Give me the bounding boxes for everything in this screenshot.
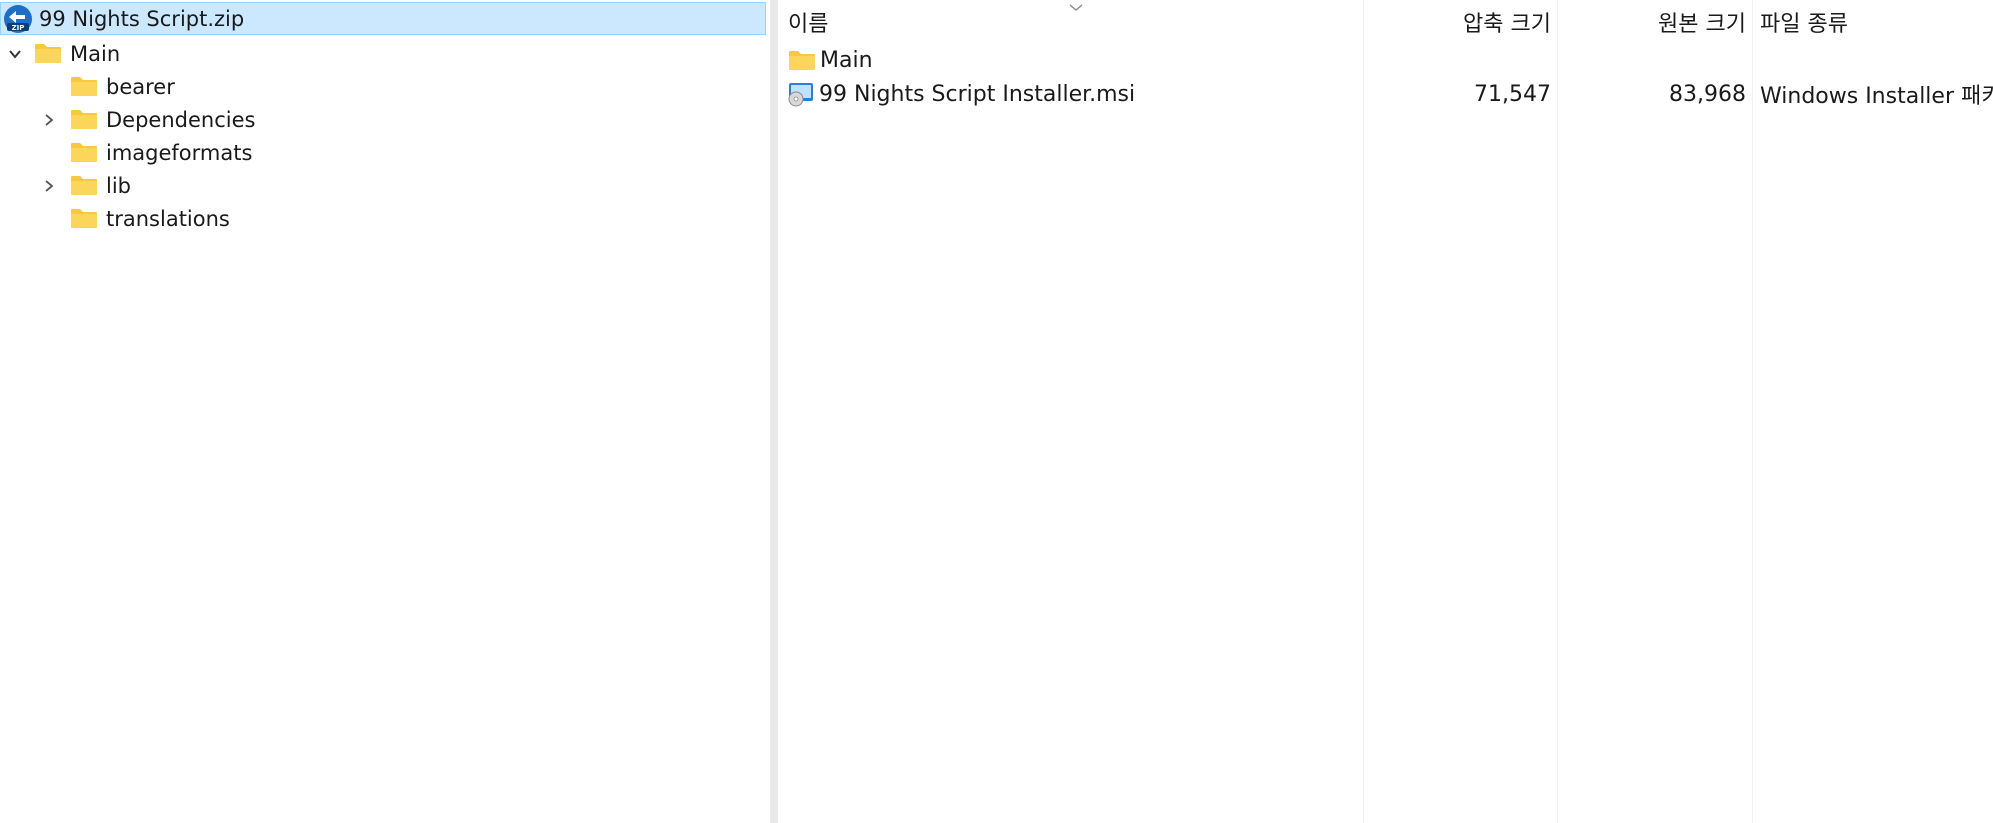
column-divider[interactable] — [1363, 0, 1364, 823]
list-item-main[interactable]: Main — [778, 43, 1993, 77]
zip-archive-icon: ZIP — [3, 4, 33, 34]
chevron-right-icon[interactable] — [40, 177, 58, 195]
tree-item-dependencies[interactable]: Dependencies — [40, 103, 255, 136]
file-type: Windows Installer 패키지 — [1760, 84, 1993, 109]
tree-item-label: Dependencies — [106, 107, 256, 132]
column-header-name[interactable]: 이름 — [788, 4, 1348, 40]
svg-text:ZIP: ZIP — [12, 24, 25, 32]
column-header-compressed-size[interactable]: 압축 크기 — [1363, 4, 1551, 40]
folder-icon — [70, 76, 98, 97]
compressed-size — [1363, 43, 1551, 77]
tree-item-label: lib — [106, 173, 131, 198]
column-header-original-size[interactable]: 원본 크기 — [1557, 4, 1746, 40]
tree-item-root-archive[interactable]: ZIP 99 Nights Script.zip — [0, 2, 766, 35]
folder-icon — [70, 175, 98, 196]
tree-item-label: Main — [70, 41, 121, 66]
file-name: 99 Nights Script Installer.msi — [819, 81, 1136, 107]
tree-item-bearer[interactable]: bearer — [40, 70, 175, 103]
file-list: 이름 압축 크기 원본 크기 파일 종류 Main 99 Nights Scri… — [778, 0, 1993, 823]
folder-icon — [70, 109, 98, 130]
file-name: Main — [820, 47, 873, 73]
column-divider[interactable] — [1557, 0, 1558, 823]
column-header-label: 압축 크기 — [1463, 12, 1551, 37]
file-type — [1760, 43, 1993, 77]
column-divider[interactable] — [1752, 0, 1753, 823]
original-size — [1557, 43, 1746, 77]
original-size: 83,968 — [1669, 81, 1746, 107]
msi-installer-icon — [786, 79, 816, 109]
column-header-label: 파일 종류 — [1760, 12, 1848, 37]
tree-item-label: translations — [106, 206, 230, 231]
chevron-down-icon[interactable] — [6, 45, 24, 63]
compressed-size: 71,547 — [1474, 81, 1551, 107]
column-header-file-type[interactable]: 파일 종류 — [1760, 4, 1993, 40]
column-header-label: 원본 크기 — [1658, 12, 1746, 37]
folder-tree: ZIP 99 Nights Script.zip Main bearer Dep… — [0, 0, 770, 823]
pane-splitter[interactable] — [770, 0, 778, 823]
folder-icon — [70, 142, 98, 163]
tree-item-label: imageformats — [106, 140, 253, 165]
folder-icon — [70, 208, 98, 229]
column-header-label: 이름 — [788, 12, 829, 37]
chevron-right-icon[interactable] — [40, 111, 58, 129]
list-item-installer[interactable]: 99 Nights Script Installer.msi 71,547 83… — [778, 77, 1993, 111]
tree-item-main[interactable]: Main — [6, 37, 120, 70]
folder-icon — [788, 50, 816, 71]
tree-item-label: 99 Nights Script.zip — [39, 6, 245, 31]
archive-window: ZIP 99 Nights Script.zip Main bearer Dep… — [0, 0, 1993, 823]
tree-item-translations[interactable]: translations — [40, 202, 230, 235]
tree-item-imageformats[interactable]: imageformats — [40, 136, 252, 169]
tree-item-lib[interactable]: lib — [40, 169, 131, 202]
tree-item-label: bearer — [106, 74, 175, 99]
folder-icon — [34, 43, 62, 64]
